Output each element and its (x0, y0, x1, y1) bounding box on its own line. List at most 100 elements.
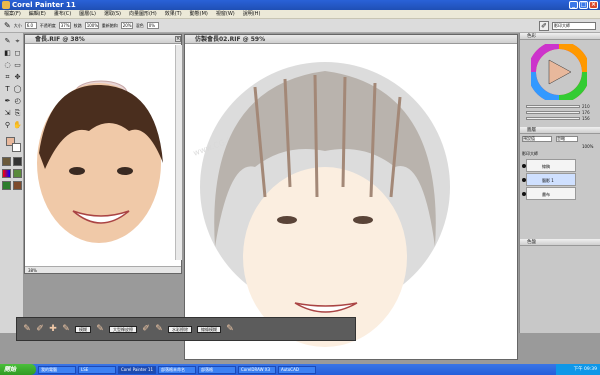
doc-close-icon[interactable]: × (175, 36, 181, 42)
composite-method-select[interactable]: 預設值 (522, 136, 552, 142)
green-value[interactable]: 176 (582, 110, 590, 115)
cloner-icon[interactable]: ✚ (49, 323, 57, 335)
brush-selector-icon[interactable]: ✐ (539, 20, 549, 31)
opacity-field[interactable]: 37% (58, 22, 71, 29)
pen-tool-icon[interactable]: ✒ (3, 97, 12, 106)
close-button[interactable]: × (589, 1, 598, 9)
brush-icon-6[interactable]: ✎ (155, 323, 163, 335)
menu-window[interactable]: 視窗(W) (216, 10, 235, 18)
reference-photo (37, 80, 163, 243)
brush-icon-1[interactable]: ✎ (23, 323, 31, 335)
clock: 下午 09:39 (573, 367, 597, 372)
main-document-window: 仿製會長02.RIF @ 59% www.CG-Lovers.com (184, 34, 518, 360)
menu-movie[interactable]: 動態(M) (190, 10, 208, 18)
additional-color-swatch[interactable] (12, 143, 21, 152)
color-wheel[interactable] (531, 44, 587, 100)
panel-column: 色彩 210 176 156 圖層 預設值 忽略 100% 影印大師 線稿 腦影… (519, 33, 600, 333)
mixer-panel-title[interactable]: 色盤 (520, 239, 600, 246)
layer-adjuster-icon[interactable]: ✥ (13, 73, 22, 82)
grabber-hand-icon[interactable]: ✋ (13, 121, 22, 130)
pattern-selector-icon[interactable] (13, 157, 22, 166)
layer-item-top[interactable]: 影印大師 (522, 151, 538, 157)
blue-value[interactable]: 156 (582, 116, 590, 121)
layer-row-lineart[interactable]: 線稿 (522, 159, 576, 172)
blur-button[interactable]: 模糊 (75, 325, 91, 333)
line-blur-button[interactable]: 線條模糊 (197, 325, 221, 333)
shape-tool-icon[interactable]: ◯ (13, 85, 22, 94)
reference-doc-title: 會長.RIF @ 38% (25, 35, 181, 44)
brush-category-label[interactable]: 影印大師 (552, 21, 596, 30)
layer-row-canvas[interactable]: 畫布 (522, 187, 576, 200)
menu-select[interactable]: 選取(S) (104, 10, 121, 18)
title-bar: Corel Painter 11 _ □ × (0, 0, 600, 10)
painting-canvas[interactable] (195, 47, 465, 347)
bleed-field[interactable]: 0% (146, 22, 159, 29)
task-autocad[interactable]: AutoCAD (278, 365, 316, 374)
system-tray: 下午 09:39 (556, 364, 600, 375)
gradient-selector-icon[interactable] (2, 169, 11, 178)
menu-layers[interactable]: 圖層(L) (79, 10, 96, 18)
layers-panel-title[interactable]: 圖層 (520, 127, 600, 134)
brush-icon-7[interactable]: ✎ (226, 323, 234, 335)
paper-selector-icon[interactable] (2, 157, 11, 166)
minimize-button[interactable]: _ (569, 1, 578, 9)
task-lse[interactable]: LSE (78, 365, 116, 374)
task-corel-painter[interactable]: Corel Painter 11 (118, 365, 156, 374)
text-tool-icon[interactable]: T (3, 85, 12, 94)
menu-edit[interactable]: 編輯(E) (29, 10, 46, 18)
task-coreldraw[interactable]: CorelDRAW X3 (238, 365, 276, 374)
large-eraser-button[interactable]: 大型橡皮擦 (109, 325, 137, 333)
menu-canvas[interactable]: 畫布(C) (54, 10, 71, 18)
size-field[interactable]: 6.0 (24, 22, 37, 29)
task-blog-2[interactable]: 部落格 (198, 365, 236, 374)
layers-panel: 圖層 預設值 忽略 100% 影印大師 線稿 腦影 1 畫布 (520, 127, 600, 200)
green-slider[interactable] (526, 111, 580, 114)
divine-proportion-icon[interactable]: ◴ (13, 97, 22, 106)
red-value[interactable]: 210 (582, 104, 590, 109)
grain-field[interactable]: 100% (84, 22, 99, 29)
nozzle-selector-icon[interactable] (2, 181, 11, 190)
brush-icon-5[interactable]: ✐ (142, 323, 150, 335)
layer-row-active[interactable]: 腦影 1 (522, 173, 576, 186)
menu-shapes[interactable]: 向量圖形(H) (129, 10, 157, 18)
cloner-tool-icon[interactable]: ⎘ (13, 109, 22, 118)
resat-label: 重新飽和 (101, 22, 118, 28)
eye-icon[interactable] (522, 192, 526, 196)
menu-effects[interactable]: 效果(T) (165, 10, 182, 18)
maximize-button[interactable]: □ (579, 1, 588, 9)
eye-icon[interactable] (522, 164, 526, 168)
transform-icon[interactable]: ⇲ (3, 109, 12, 118)
rect-select-icon[interactable]: ▭ (13, 61, 22, 70)
eraser-tool-icon[interactable]: ◻ (13, 49, 22, 58)
menu-help[interactable]: 說明(H) (243, 10, 261, 18)
menu-file[interactable]: 檔案(F) (4, 10, 21, 18)
layer-opacity-value[interactable]: 100% (582, 144, 593, 149)
colors-panel-title[interactable]: 色彩 (520, 33, 600, 40)
blue-slider[interactable] (526, 117, 580, 120)
crop-tool-icon[interactable]: ⌗ (3, 73, 12, 82)
brush-icon-3[interactable]: ✎ (62, 323, 70, 335)
task-my-computer[interactable]: 我的電腦 (38, 365, 76, 374)
lasso-tool-icon[interactable]: ◌ (3, 61, 12, 70)
look-selector-icon[interactable] (13, 181, 22, 190)
task-blog-1[interactable]: 部落格未命名 (158, 365, 196, 374)
brush-icon-2[interactable]: ✐ (36, 323, 44, 335)
watercolor-erase-button[interactable]: 水彩擦除 (168, 325, 192, 333)
paint-bucket-icon[interactable]: ◧ (3, 49, 12, 58)
layer-name: 腦影 1 (542, 178, 554, 183)
weaving-selector-icon[interactable] (13, 169, 22, 178)
red-slider[interactable] (526, 105, 580, 108)
start-button[interactable]: 開始 (0, 364, 36, 375)
dropper-tool-icon[interactable]: ⌖ (13, 37, 22, 46)
composite-depth-select[interactable]: 忽略 (556, 136, 578, 142)
taskbar: 開始 我的電腦 LSE Corel Painter 11 部落格未命名 部落格 … (0, 364, 600, 375)
main-doc-title: 仿製會長02.RIF @ 59% (185, 35, 517, 44)
brush-icon-4[interactable]: ✎ (96, 323, 104, 335)
brush-tool-icon[interactable]: ✎ (3, 37, 12, 46)
menu-bar: 檔案(F) 編輯(E) 畫布(C) 圖層(L) 選取(S) 向量圖形(H) 效果… (0, 10, 600, 19)
reference-status-bar: 38% (25, 266, 181, 273)
resat-field[interactable]: 20% (120, 22, 133, 29)
eye-icon[interactable] (522, 178, 526, 182)
brush-variant-icon[interactable]: ✎ (4, 21, 11, 30)
magnifier-icon[interactable]: ⚲ (3, 121, 12, 130)
